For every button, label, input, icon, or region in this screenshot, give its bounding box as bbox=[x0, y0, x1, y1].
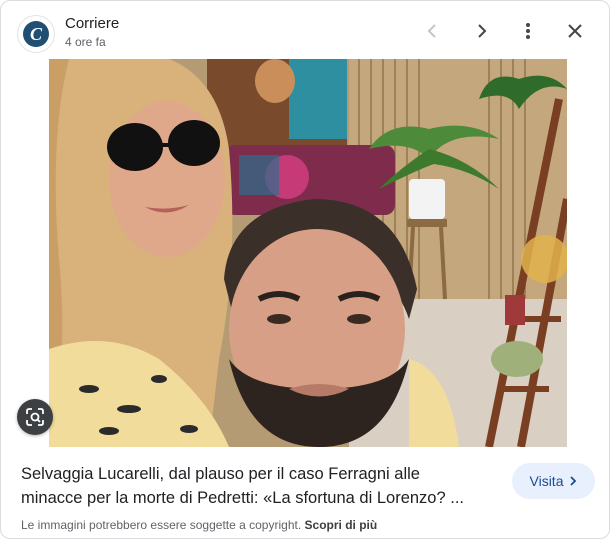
copyright-notice: Le immagini potrebbero essere soggette a… bbox=[21, 518, 377, 532]
article-title[interactable]: Selvaggia Lucarelli, dal plauso per il c… bbox=[21, 462, 491, 510]
close-icon bbox=[568, 24, 582, 38]
more-vert-icon bbox=[526, 23, 530, 39]
source-name[interactable]: Corriere bbox=[65, 15, 119, 32]
copyright-text: Le immagini potrebbero essere soggette a… bbox=[21, 518, 302, 532]
previous-button[interactable] bbox=[419, 17, 447, 45]
close-button[interactable] bbox=[561, 17, 589, 45]
article-photo[interactable] bbox=[49, 59, 567, 447]
source-logo[interactable]: C bbox=[17, 15, 55, 53]
panel-header: C Corriere 4 ore fa bbox=[1, 1, 609, 59]
corriere-logo-icon: C bbox=[23, 21, 49, 47]
learn-more-link[interactable]: Scopri di più bbox=[305, 518, 378, 532]
image-viewer bbox=[1, 59, 609, 447]
lens-icon bbox=[26, 408, 44, 426]
image-preview-panel: C Corriere 4 ore fa Selvaggia Lucarelli,… bbox=[0, 0, 610, 539]
visit-label: Visita bbox=[529, 473, 564, 489]
chevron-right-icon bbox=[478, 24, 487, 38]
chevron-right-icon bbox=[570, 476, 577, 486]
chevron-left-icon bbox=[427, 24, 436, 38]
visit-button[interactable]: Visita bbox=[512, 463, 595, 499]
published-time: 4 ore fa bbox=[65, 35, 106, 49]
next-button[interactable] bbox=[467, 17, 495, 45]
lens-search-button[interactable] bbox=[17, 399, 53, 435]
more-options-button[interactable] bbox=[514, 17, 542, 45]
